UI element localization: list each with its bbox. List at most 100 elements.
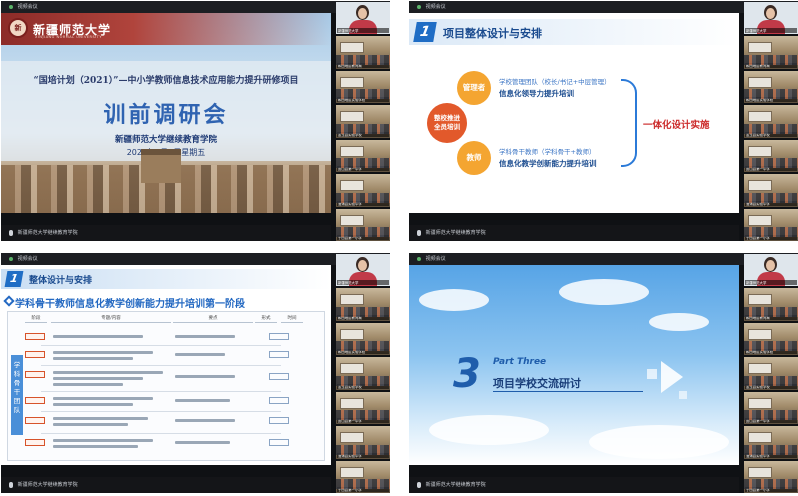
diamond-icon (3, 295, 15, 307)
participant-tile[interactable]: 于田县第一小学 (336, 460, 390, 493)
table-cell (53, 445, 138, 448)
microphone-icon[interactable] (417, 481, 421, 488)
window-title: 视频会议 (17, 4, 38, 10)
slide-cover: 新 新疆师范大学 XINJIANG NORMAL UNIVERSITY “国培计… (1, 13, 331, 213)
microphone-icon[interactable] (417, 229, 421, 236)
participant-tile[interactable]: 墨玉县实验学校 (744, 357, 798, 390)
project-line: “国培计划（2021）”—中小学教师信息技术应用能力提升研修项目 (33, 76, 299, 86)
participant-tile[interactable]: 新疆师范大学 (336, 2, 390, 35)
status-dot-icon (417, 4, 421, 9)
phase-tag (25, 371, 45, 378)
table-cell (175, 353, 225, 356)
participant-tile[interactable]: 墨玉县实验学校 (336, 105, 390, 138)
participant-name: 新疆师范大学 (337, 28, 389, 34)
participant-tile[interactable]: 皮山县第一中学 (336, 139, 390, 173)
participant-tile[interactable]: 和田地区教育局 (336, 288, 390, 321)
table-cell (175, 399, 230, 402)
microphone-icon[interactable] (9, 481, 13, 488)
table-cell (53, 351, 153, 354)
participant-tile[interactable]: 洛浦县实验中学 (744, 426, 798, 459)
shared-screen[interactable]: 1 项目整体设计与安排 管理者 整校推进 全员培训 教师 学校管理团队（校长/书… (409, 13, 739, 213)
participant-gallery[interactable]: 新疆师范大学 和田地区教育局 和田地区实验学校 墨玉县实验学校 皮山县第一中学 … (744, 1, 798, 241)
participant-name: 新疆师范大学 (745, 28, 797, 34)
cloud-shape (419, 289, 489, 311)
participant-tile[interactable]: 皮山县第一中学 (336, 391, 390, 425)
slide-title: 训前调研会 (103, 103, 229, 128)
table-header: 专题/内容 (51, 315, 171, 323)
shared-screen[interactable]: 新 新疆师范大学 XINJIANG NORMAL UNIVERSITY “国培计… (1, 13, 331, 213)
participant-tile[interactable]: 洛浦县实验中学 (336, 174, 390, 207)
participant-name: 皮山县第一中学 (745, 418, 797, 424)
window-title: 视频会议 (17, 256, 38, 262)
phase-tag (25, 439, 45, 446)
participant-name: 新疆师范大学 (337, 280, 389, 286)
participant-name: 皮山县第一中学 (337, 418, 389, 424)
slide-part-three: 3 Part Three 项目学校交流研讨 (409, 265, 739, 465)
participant-name: 洛浦县实验中学 (337, 200, 389, 206)
shared-screen[interactable]: 3 Part Three 项目学校交流研讨 (409, 265, 739, 465)
window-titlebar: 视频会议 (1, 253, 390, 265)
slide-subtitle: 学科骨干教师信息化教学创新能力提升培训第一阶段 (15, 299, 245, 310)
window-titlebar: 视频会议 (409, 253, 798, 265)
participant-face (766, 8, 775, 19)
participant-gallery[interactable]: 新疆师范大学 和田地区教育局 和田地区实验学校 墨玉县实验学校 皮山县第一中学 … (336, 253, 390, 493)
participant-tile[interactable]: 洛浦县实验中学 (744, 174, 798, 207)
participant-tile[interactable]: 墨玉县实验学校 (336, 357, 390, 390)
participant-tile[interactable]: 皮山县第一中学 (744, 139, 798, 173)
table-cell (269, 373, 289, 380)
participant-tile[interactable]: 于田县第一小学 (744, 208, 798, 241)
participant-name: 于田县第一小学 (337, 234, 389, 240)
participant-tile[interactable]: 新疆师范大学 (744, 254, 798, 287)
window-title: 视频会议 (425, 4, 446, 10)
participant-face (358, 8, 367, 19)
participant-tile[interactable]: 皮山县第一中学 (744, 391, 798, 425)
status-dot-icon (9, 256, 13, 261)
participant-tile[interactable]: 于田县第一小学 (744, 460, 798, 493)
table-header: 形式 (255, 315, 277, 323)
table-cell (53, 417, 148, 420)
table-cell (53, 423, 128, 426)
microphone-icon[interactable] (9, 229, 13, 236)
participant-tile[interactable]: 新疆师范大学 (336, 254, 390, 287)
participant-tile[interactable]: 和田地区实验学校 (744, 322, 798, 356)
participant-tile[interactable]: 洛浦县实验中学 (336, 426, 390, 459)
presenter-name: 新疆师范大学继续教育学院 (17, 482, 78, 488)
table-cell (175, 375, 235, 378)
participant-tile[interactable]: 和田地区教育局 (336, 36, 390, 69)
participant-tile[interactable]: 和田地区实验学校 (336, 322, 390, 356)
participant-tile[interactable]: 墨玉县实验学校 (744, 105, 798, 138)
participant-name: 和田地区实验学校 (337, 349, 389, 355)
whole-school-line2: 全员培训 (434, 123, 460, 131)
meeting-window-2: 视频会议 1 项目整体设计与安排 管理者 整校推进 全员培训 教师 学校管理团队… (409, 1, 798, 241)
participant-name: 洛浦县实验中学 (337, 452, 389, 458)
participant-name: 和田地区实验学校 (745, 349, 797, 355)
decor-square (679, 391, 687, 399)
presenter-bar: 新疆师范大学继续教育学院 (409, 477, 739, 493)
shared-screen[interactable]: 1 整体设计与安排 学科骨干教师信息化教学创新能力提升培训第一阶段 阶段 专题/… (1, 265, 331, 465)
teacher-team: 学科骨干教师（学科骨干+教师） (499, 148, 596, 156)
participant-tile[interactable]: 于田县第一小学 (336, 208, 390, 241)
participant-name: 和田地区教育局 (745, 62, 797, 68)
cloud-shape (649, 313, 709, 331)
table-cell (175, 441, 230, 444)
participant-tile[interactable]: 和田地区教育局 (744, 288, 798, 321)
window-title: 视频会议 (425, 256, 446, 262)
participant-tile[interactable]: 和田地区教育局 (744, 36, 798, 69)
participant-gallery[interactable]: 新疆师范大学 和田地区教育局 和田地区实验学校 墨玉县实验学校 皮山县第一中学 … (336, 1, 390, 241)
cloud-shape (589, 425, 729, 459)
university-seal-icon: 新 (8, 18, 28, 38)
participant-tile[interactable]: 和田地区实验学校 (744, 70, 798, 104)
section-title: 整体设计与安排 (29, 276, 93, 286)
meeting-window-4: 视频会议 3 Part Three 项目学校交流研讨 新疆师范大学继续教育学院 … (409, 253, 798, 493)
participant-tile[interactable]: 和田地区实验学校 (336, 70, 390, 104)
participant-gallery[interactable]: 新疆师范大学 和田地区教育局 和田地区实验学校 墨玉县实验学校 皮山县第一中学 … (744, 253, 798, 493)
integrated-design: 一体化设计实施 (643, 120, 710, 131)
presenter-bar: 新疆师范大学继续教育学院 (1, 225, 331, 241)
participant-name: 洛浦县实验中学 (745, 452, 797, 458)
participant-name: 皮山县第一中学 (337, 166, 389, 172)
table-cell (53, 335, 143, 338)
cloud-shape (559, 279, 649, 305)
slide-phase-table: 1 整体设计与安排 学科骨干教师信息化教学创新能力提升培训第一阶段 阶段 专题/… (1, 265, 331, 465)
participant-tile[interactable]: 新疆师范大学 (744, 2, 798, 35)
part-title: 项目学校交流研讨 (493, 377, 581, 390)
